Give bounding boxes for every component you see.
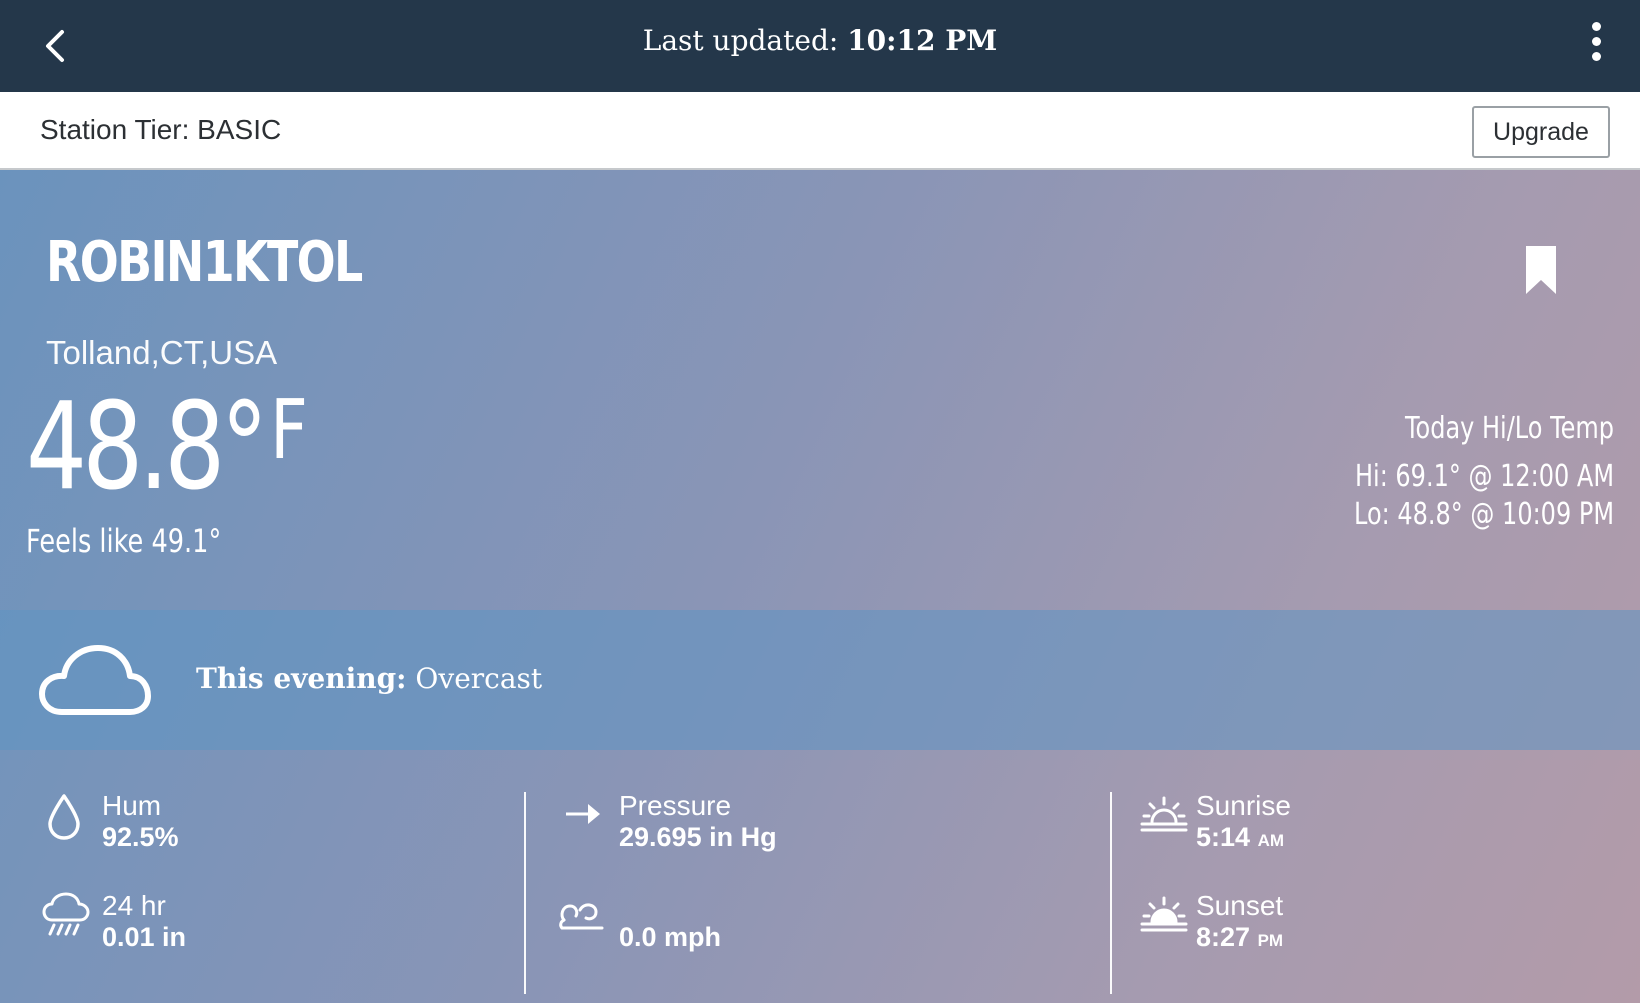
forecast-condition: Overcast	[415, 662, 543, 695]
column-divider	[524, 792, 526, 994]
sunrise-ampm: AM	[1257, 831, 1285, 850]
more-vert-icon	[1582, 22, 1610, 61]
hilo-temp: Today Hi/Lo Temp Hi: 69.1° @ 12:00 AM Lo…	[1289, 410, 1614, 534]
station-tier-label: Station Tier: BASIC	[40, 114, 282, 145]
humidity-value: 92.5%	[102, 822, 179, 852]
humidity-label: Hum	[102, 790, 162, 821]
hi-temp: Hi: 69.1° @ 12:00 AM	[1354, 459, 1614, 494]
current-conditions-panel: ROBIN1KTOL Tolland,CT,USA 48.8°F Feels l…	[0, 170, 1640, 1003]
cloud-icon	[39, 645, 151, 715]
last-updated-title: Last updated: 10:12 PM	[0, 24, 1640, 57]
stats-grid: Hum 92.5% 24 hr 0.01 in Pressure 29.695 …	[0, 750, 1640, 1003]
wind-value: 0.0 mph	[619, 922, 722, 952]
forecast-period: This evening:	[196, 662, 407, 695]
arrow-right-icon	[566, 804, 600, 824]
sunrise-icon	[1140, 796, 1188, 832]
feels-like: Feels like 49.1°	[26, 522, 222, 560]
current-temperature: 48.8°F	[26, 382, 308, 514]
sunrise-label: Sunrise	[1196, 790, 1291, 821]
bookmark-button[interactable]	[1526, 246, 1556, 294]
rain-cloud-icon	[42, 892, 90, 936]
upgrade-button[interactable]: Upgrade	[1472, 106, 1610, 158]
sunset-label: Sunset	[1196, 890, 1284, 921]
forecast-band: This evening: Overcast	[0, 610, 1640, 750]
last-updated-label: Last updated:	[642, 24, 839, 57]
sunrise-time: 5:14	[1196, 822, 1251, 852]
last-updated-time: 10:12 PM	[847, 24, 998, 57]
pressure-value: 29.695 in Hg	[619, 822, 777, 852]
column-divider	[1110, 792, 1112, 994]
lo-temp: Lo: 48.8° @ 10:09 PM	[1353, 497, 1614, 532]
more-options-button[interactable]	[1582, 18, 1610, 66]
station-name: ROBIN1KTOL	[46, 230, 363, 295]
station-tier-bar: Station Tier: BASIC Upgrade	[0, 92, 1640, 170]
sunrise-value: 5:14 AM	[1196, 822, 1284, 853]
sunset-ampm: PM	[1257, 931, 1284, 950]
sunset-time: 8:27	[1196, 922, 1251, 952]
bookmark-icon	[1526, 246, 1556, 294]
temperature-unit: F	[270, 383, 308, 478]
hilo-title: Today Hi/Lo Temp	[1404, 411, 1614, 446]
station-location: Tolland,CT,USA	[46, 334, 278, 371]
top-app-bar: Last updated: 10:12 PM	[0, 0, 1640, 92]
temperature-value: 48.8°	[26, 378, 269, 517]
rain-label: 24 hr	[102, 890, 166, 921]
forecast-text: This evening: Overcast	[196, 662, 542, 695]
sunset-value: 8:27 PM	[1196, 922, 1283, 953]
pressure-label: Pressure	[619, 790, 732, 821]
rain-value: 0.01 in	[102, 922, 187, 952]
sunset-icon	[1140, 896, 1188, 932]
water-drop-icon	[48, 794, 80, 840]
wind-icon	[559, 903, 604, 930]
